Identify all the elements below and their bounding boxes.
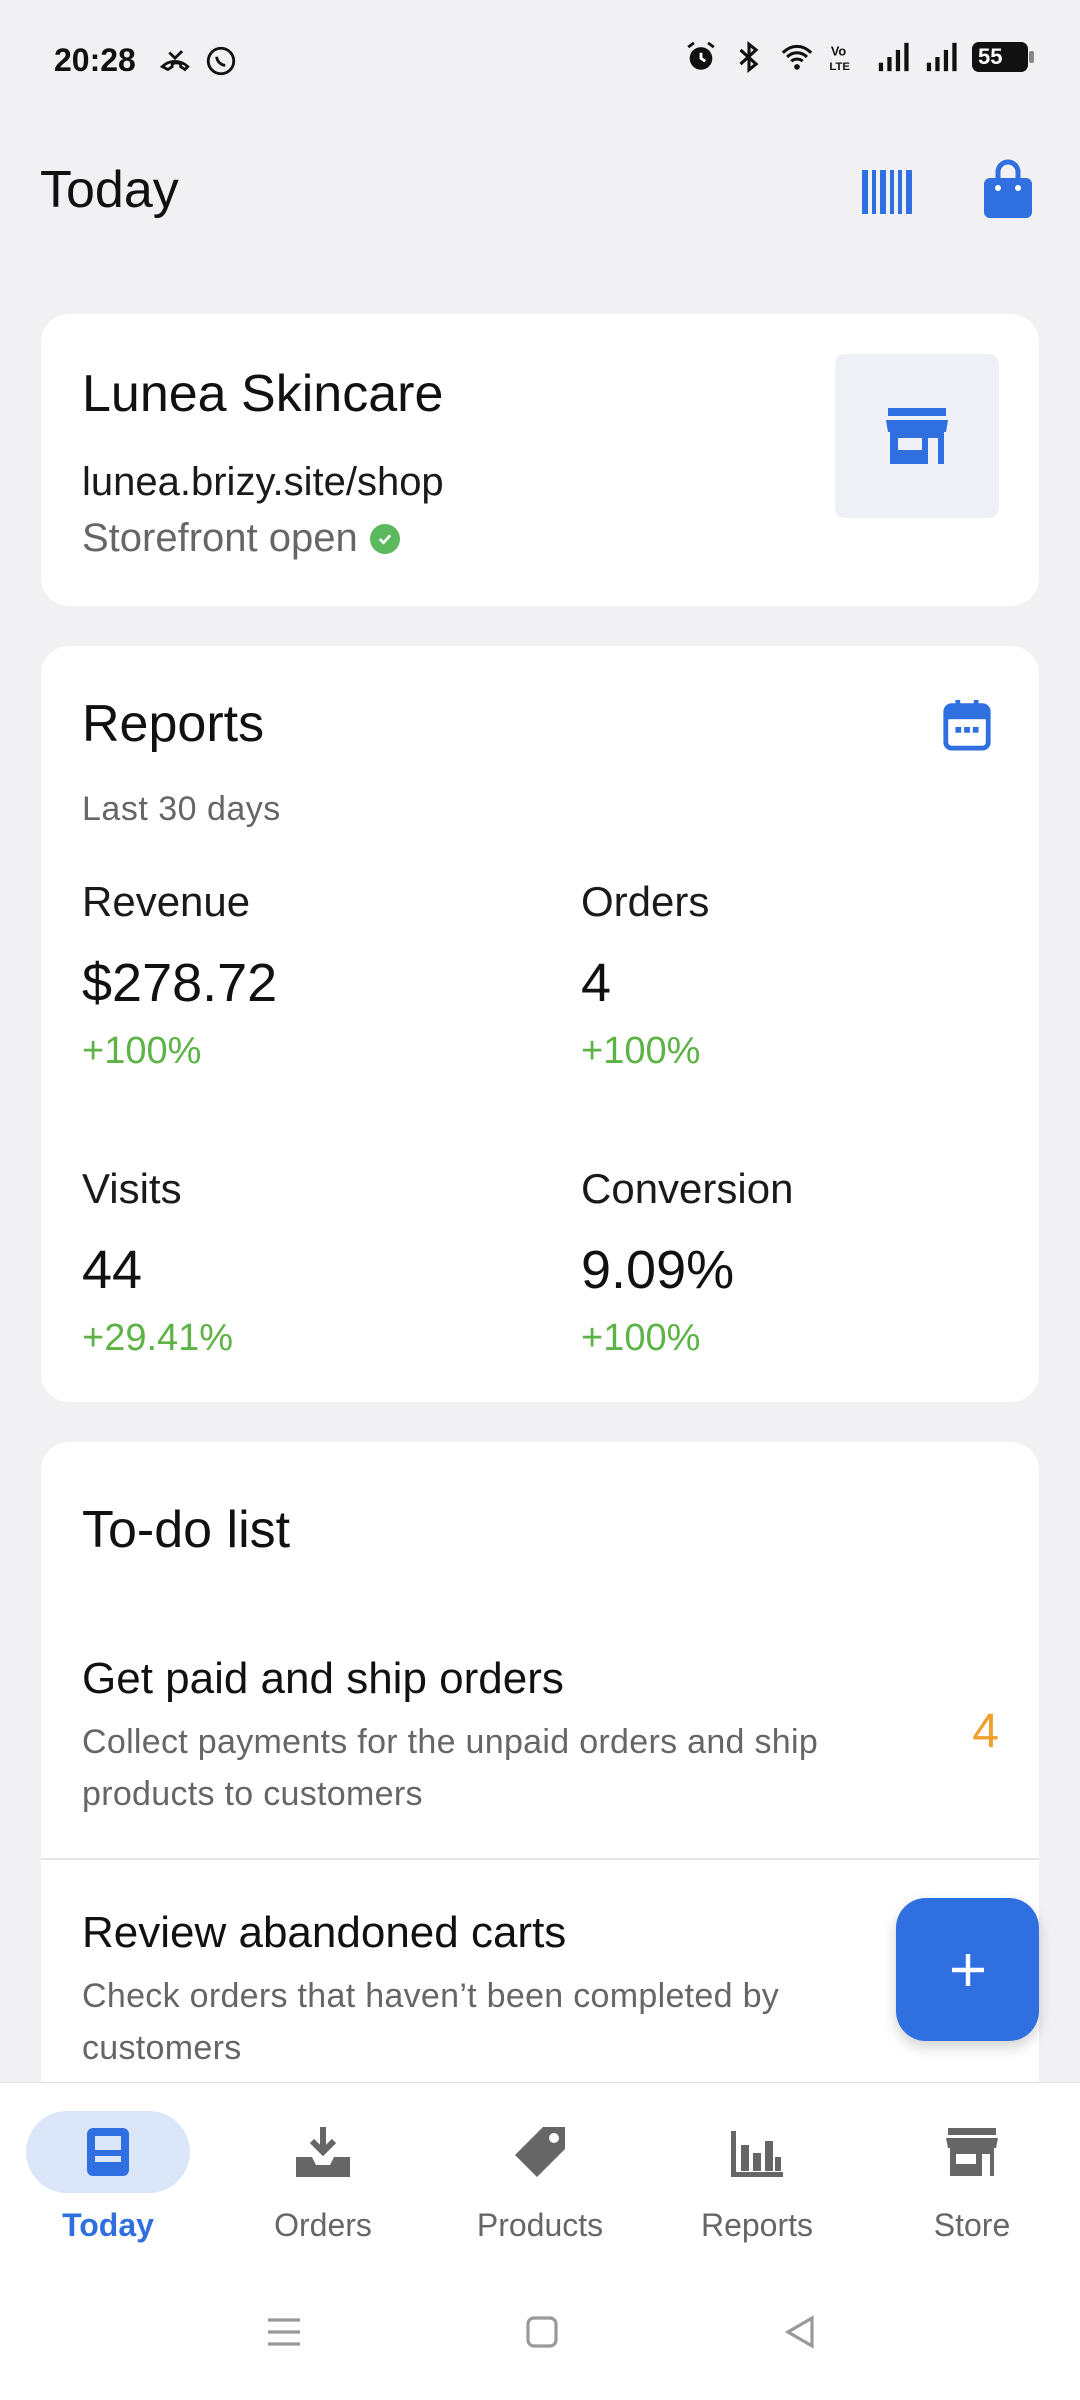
reports-title: Reports xyxy=(82,695,265,753)
battery-icon: 55 xyxy=(972,42,1034,72)
home-icon[interactable] xyxy=(522,2312,562,2352)
storefront-icon xyxy=(886,408,948,464)
todo-item-description: Check orders that haven’t been completed… xyxy=(82,1977,780,2067)
nav-label: Store xyxy=(933,2207,1011,2243)
todo-item-description: Collect payments for the unpaid orders a… xyxy=(82,1723,819,1813)
system-nav-bar xyxy=(0,2300,1080,2380)
reports-card[interactable]: Reports Last 30 days Revenue $278.72 +10… xyxy=(41,646,1039,1402)
metric-value: 4 xyxy=(581,953,612,1013)
metric-label: Revenue xyxy=(82,878,251,925)
orders-icon xyxy=(296,2127,350,2177)
nav-orders[interactable]: Orders xyxy=(228,2111,418,2261)
store-icon xyxy=(946,2128,998,2176)
metric-change: +29.41% xyxy=(82,1317,234,1359)
store-card[interactable]: Lunea Skincare lunea.brizy.site/shop Sto… xyxy=(41,314,1039,606)
wifi-icon xyxy=(781,44,813,70)
menu-icon[interactable] xyxy=(264,2312,304,2352)
whatsapp-icon xyxy=(206,46,236,76)
alarm-icon xyxy=(687,41,715,70)
divider xyxy=(41,1858,1039,1860)
barcode-scanner-icon[interactable] xyxy=(858,164,914,220)
todo-item-count: 4 xyxy=(972,1705,999,1758)
metric-value: $278.72 xyxy=(82,953,278,1013)
nav-store[interactable]: Store xyxy=(877,2111,1067,2261)
todo-item-abandoned-carts[interactable]: Review abandoned carts Check orders that… xyxy=(41,1908,1039,2108)
page-title: Today xyxy=(40,161,179,219)
svg-text:LTE: LTE xyxy=(829,61,850,73)
nav-label: Today xyxy=(62,2207,154,2243)
metric-label: Visits xyxy=(82,1165,182,1212)
store-status-label: Storefront open xyxy=(82,516,358,560)
metric-value: 44 xyxy=(82,1240,143,1300)
todo-card: To-do list Get paid and ship orders Coll… xyxy=(41,1442,1039,2162)
screen: 20:28 Vo LTE 55 Today Lunea Skincare lun… xyxy=(0,0,1080,2400)
metric-revenue[interactable]: Revenue $278.72 +100% xyxy=(82,878,502,1073)
metric-conversion[interactable]: Conversion 9.09% +100% xyxy=(581,1165,1001,1360)
store-thumbnail[interactable] xyxy=(835,354,999,518)
app-header: Today xyxy=(0,150,1080,240)
volte-icon: Vo LTE xyxy=(829,44,850,73)
todo-item-title: Get paid and ship orders xyxy=(82,1654,564,1703)
nav-label: Products xyxy=(476,2207,604,2243)
metric-label: Orders xyxy=(581,878,710,925)
todo-item-ship-orders[interactable]: Get paid and ship orders Collect payment… xyxy=(41,1654,1039,1854)
todo-item-title: Review abandoned carts xyxy=(82,1908,567,1957)
bluetooth-icon xyxy=(739,41,759,73)
nav-products[interactable]: Products xyxy=(445,2111,635,2261)
metric-value: 9.09% xyxy=(581,1240,735,1300)
back-icon[interactable] xyxy=(780,2312,820,2352)
shopping-bag-icon[interactable] xyxy=(980,158,1036,222)
store-name: Lunea Skincare xyxy=(82,365,444,423)
metric-orders[interactable]: Orders 4 +100% xyxy=(581,878,1001,1073)
missed-call-icon xyxy=(159,50,190,72)
check-circle-icon xyxy=(369,523,400,554)
store-url[interactable]: lunea.brizy.site/shop xyxy=(82,460,444,505)
metric-visits[interactable]: Visits 44 +29.41% xyxy=(82,1165,502,1360)
status-bar: 20:28 Vo LTE 55 xyxy=(0,0,1080,125)
todo-title: To-do list xyxy=(82,1501,291,1559)
status-time: 20:28 xyxy=(54,42,136,78)
store-status: Storefront open xyxy=(82,516,400,561)
today-icon xyxy=(87,2128,129,2176)
battery-level: 55 xyxy=(978,44,1003,69)
signal-icon xyxy=(878,42,909,72)
calendar-icon[interactable] xyxy=(941,698,993,752)
tag-icon xyxy=(515,2127,565,2177)
nav-today[interactable]: Today xyxy=(13,2111,203,2261)
nav-label: Reports xyxy=(700,2207,814,2243)
metric-change: +100% xyxy=(581,1317,701,1359)
metric-label: Conversion xyxy=(581,1165,794,1212)
signal-icon xyxy=(926,42,957,72)
reports-period: Last 30 days xyxy=(82,790,281,828)
nav-reports[interactable]: Reports xyxy=(662,2111,852,2261)
bar-chart-icon xyxy=(731,2131,783,2177)
metric-change: +100% xyxy=(82,1030,202,1072)
nav-label: Orders xyxy=(274,2207,372,2243)
add-button[interactable] xyxy=(896,1898,1039,2041)
svg-text:Vo: Vo xyxy=(831,44,847,59)
metric-change: +100% xyxy=(581,1030,701,1072)
plus-icon xyxy=(951,1953,984,1986)
